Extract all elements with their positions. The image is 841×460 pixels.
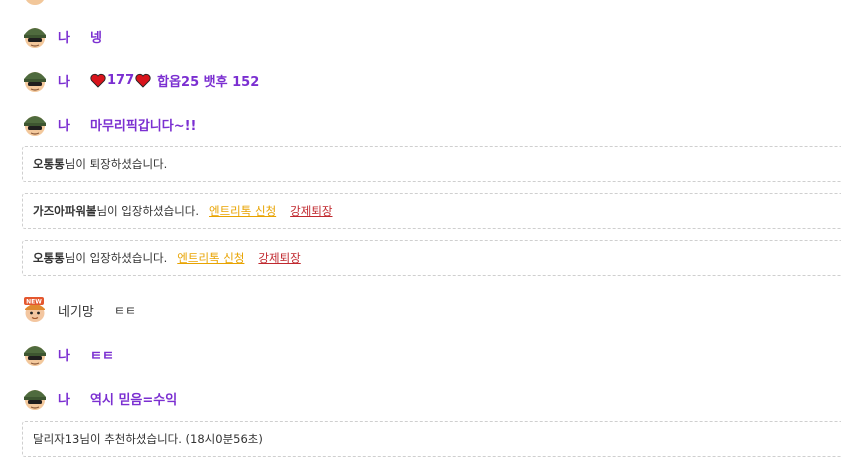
chat-message: 나 ㅌㅌ [22,341,114,367]
soldier-avatar-icon [24,72,46,92]
message-text: ㅌㅌ [114,303,137,318]
system-notice: 오통통 님이 입장하셨습니다. 엔트리톡 신청 강제퇴장 [22,240,841,276]
heart-icon [135,73,151,88]
message-text-body: 합옵25 뱃후 152 [157,74,260,90]
force-kick-link[interactable]: 강제퇴장 [290,203,332,219]
system-notice: 달리자13님이 추천하셨습니다. (18시0분56초) [22,421,841,457]
notice-user-name: 오통통 [33,157,65,171]
message-text: 177 합옵25 뱃후 152 [90,71,259,90]
soldier-avatar-icon [24,116,46,136]
message-text: 역시 믿음=수익 [90,392,178,408]
soldier-avatar-icon [24,28,46,48]
sender-name: 나 [58,392,70,408]
new-badge: NEW [26,299,42,306]
heart-icon [90,73,106,88]
chat-message: 나 넹 [22,23,102,49]
entry-talk-request-link[interactable]: 엔트리톡 신청 [209,203,276,219]
soldier-avatar-icon [26,0,44,5]
sender-name: 나 [58,74,70,90]
soldier-avatar-icon [24,390,46,410]
new-user-avatar-icon: NEW [24,297,45,322]
sender-name: 나 [58,348,70,364]
chat-message: 나 역시 믿음=수익 [22,385,177,411]
system-notice: 가즈아파워볼 님이 입장하셨습니다. 엔트리톡 신청 강제퇴장 [22,193,841,229]
chat-message: NEW 네기망 ㅌㅌ [22,297,136,323]
notice-user-name: 오통통 [33,251,65,265]
message-text: 마무리픽갑니다~!! [90,118,197,134]
force-kick-link[interactable]: 강제퇴장 [258,250,300,266]
system-notice: 오통통 님이 퇴장하셨습니다. [22,146,841,182]
message-text: ㅌㅌ [90,348,114,364]
soldier-avatar-icon [24,346,46,366]
sender-name: 나 [58,118,70,134]
message-text: 넹 [90,30,102,46]
sender-name: 나 [58,30,70,46]
notice-text: 님이 입장하셨습니다. [64,251,168,265]
notice-text: 님이 입장하셨습니다. [96,204,200,218]
notice-text: 님이 퇴장하셨습니다. [64,157,168,171]
chat-message: 나 마무리픽갑니다~!! [22,111,196,137]
heart-count: 177 [107,72,135,88]
notice-user-name: 가즈아파워볼 [33,204,97,218]
notice-text: 달리자13님이 추천하셨습니다. (18시0분56초) [33,432,263,446]
chat-message: 나 177 합옵25 뱃후 152 [22,67,259,93]
sender-name: 네기망 [58,304,94,320]
chat-log: 나 넹 나 177 합옵25 뱃후 152 나 마무리픽갑니다~!! 오통통 님… [0,0,841,460]
entry-talk-request-link[interactable]: 엔트리톡 신청 [177,250,244,266]
